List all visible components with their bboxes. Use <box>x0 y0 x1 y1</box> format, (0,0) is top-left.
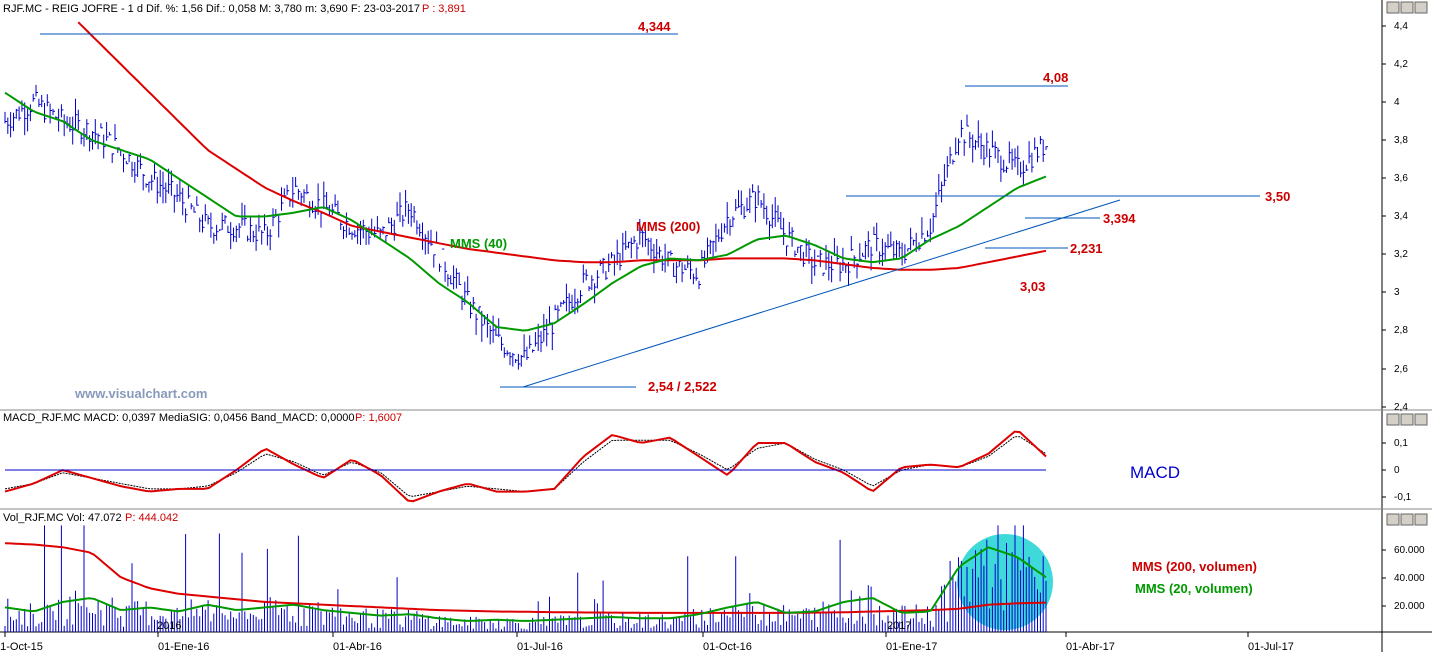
volume-header-p: P: 444.042 <box>125 512 178 524</box>
macd-y-tick: 0 <box>1394 465 1400 476</box>
x-tick-label: 01-Oct-16 <box>703 641 752 652</box>
price-y-tick: 2,8 <box>1394 325 1408 336</box>
x-tick-label: 01-Abr-17 <box>1066 641 1115 652</box>
x-tick-label: 01-Ene-16 <box>158 641 209 652</box>
price-header: RJF.MC - REIG JOFRE - 1 d Dif. %: 1,56 D… <box>3 3 420 15</box>
volume-header: Vol_RJF.MC Vol: 47.072 <box>3 512 122 524</box>
label-mms200: MMS (200) <box>636 219 700 234</box>
price-y-tick: 3,2 <box>1394 249 1408 260</box>
macd-close-button[interactable] <box>1414 413 1428 426</box>
year-mark-2016: 2016 <box>157 620 181 632</box>
macd-panel-buttons <box>1386 413 1428 426</box>
volume-restore-button[interactable] <box>1400 513 1414 526</box>
watermark: www.visualchart.com <box>74 386 207 401</box>
volume-minimize-button[interactable] <box>1386 513 1400 526</box>
price-y-tick: 4,2 <box>1394 59 1408 70</box>
stock-chart: RJF.MC - REIG JOFRE - 1 d Dif. %: 1,56 D… <box>0 0 1432 652</box>
label-peak: 4,08 <box>1043 70 1068 85</box>
macd-y-tick: -0,1 <box>1394 492 1412 503</box>
x-tick-label: 01-Jul-17 <box>1248 641 1294 652</box>
label-support: 3,394 <box>1103 211 1136 226</box>
price-header-p: P : 3,891 <box>422 3 466 15</box>
macd-restore-button[interactable] <box>1400 413 1414 426</box>
volume-panel-buttons <box>1386 513 1428 526</box>
price-y-tick: 2,4 <box>1394 402 1408 413</box>
price-y-tick: 4,4 <box>1394 21 1408 32</box>
price-y-tick: 3,6 <box>1394 173 1408 184</box>
volume-y-tick: 40.000 <box>1394 573 1425 584</box>
label-resistance: 3,50 <box>1265 189 1290 204</box>
macd-header-p: P: 1,6007 <box>355 412 402 424</box>
year-mark-2017: 2017 <box>887 620 911 632</box>
macd-y-tick: 0,1 <box>1394 438 1408 449</box>
macd-header: MACD_RJF.MC MACD: 0,0397 MediaSIG: 0,045… <box>3 412 355 424</box>
x-tick-label: 01-Jul-16 <box>517 641 563 652</box>
label-low: 2,54 / 2,522 <box>648 379 717 394</box>
volume-close-button[interactable] <box>1414 513 1428 526</box>
price-y-tick: 3 <box>1394 287 1400 298</box>
price-y-tick: 4 <box>1394 97 1400 108</box>
volume-highlight-circle <box>957 534 1053 630</box>
x-tick-label: 01-Abr-16 <box>333 641 382 652</box>
x-tick-label: 01-Ene-17 <box>886 641 937 652</box>
label-top-level: 4,344 <box>638 19 671 34</box>
macd-label: MACD <box>1130 463 1180 482</box>
price-y-tick: 3,4 <box>1394 211 1408 222</box>
label-mms200-value: 3,03 <box>1020 279 1045 294</box>
label-mms40: MMS (40) <box>450 236 507 251</box>
price-y-tick: 2,6 <box>1394 364 1408 375</box>
restore-button[interactable] <box>1400 1 1414 14</box>
chart-background <box>0 0 1432 652</box>
label-trend-value: 2,231 <box>1070 241 1103 256</box>
label-vol-mms20: MMS (20, volumen) <box>1135 581 1253 596</box>
minimize-button[interactable] <box>1386 1 1400 14</box>
close-button[interactable] <box>1414 1 1428 14</box>
x-tick-label: 01-Oct-15 <box>0 641 43 652</box>
price-panel-buttons <box>1386 1 1428 14</box>
label-vol-mms200: MMS (200, volumen) <box>1132 559 1257 574</box>
volume-y-tick: 60.000 <box>1394 545 1425 556</box>
macd-minimize-button[interactable] <box>1386 413 1400 426</box>
volume-y-tick: 20.000 <box>1394 601 1425 612</box>
price-y-tick: 3,8 <box>1394 135 1408 146</box>
